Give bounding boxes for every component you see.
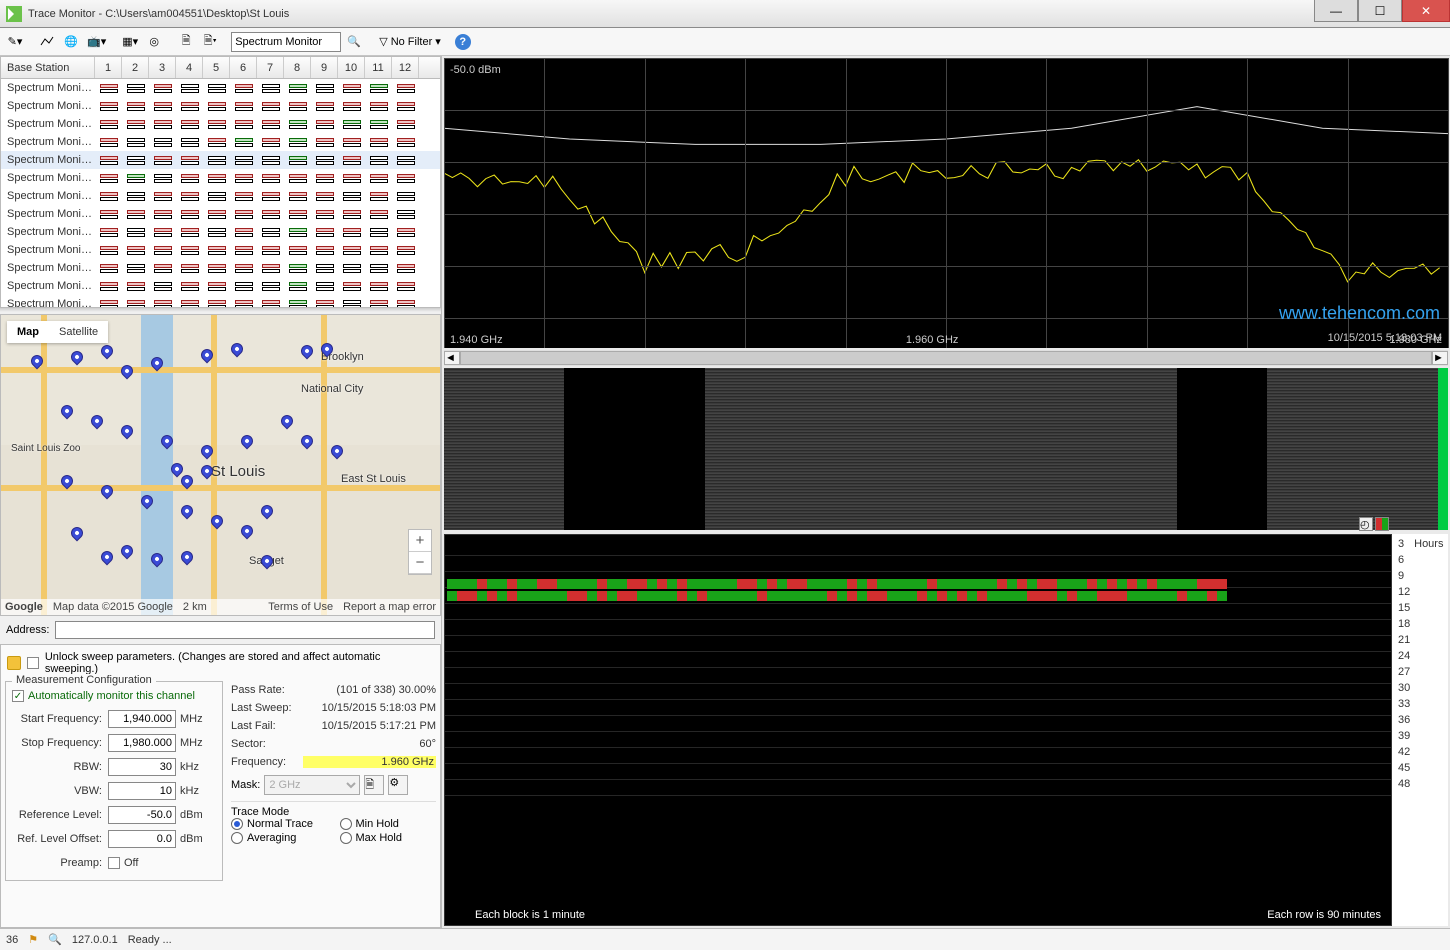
table-row[interactable]: Spectrum Monito... — [1, 187, 440, 205]
start-freq-input[interactable] — [108, 710, 176, 728]
waterfall-plot[interactable] — [444, 368, 1448, 530]
filter-dropdown[interactable]: ▽ No Filter ▾ — [375, 31, 445, 53]
table-row[interactable]: Spectrum Monito... — [1, 205, 440, 223]
col-11[interactable]: 11 — [365, 57, 392, 78]
pass-rate-value: (101 of 338) 30.00% — [303, 684, 436, 696]
heat-hour-labels: 3Hours 6912151821242730333639424548 — [1392, 534, 1448, 926]
help-icon[interactable]: ? — [455, 34, 471, 50]
page-icon[interactable]: 🗎 — [175, 31, 197, 53]
search-type-input[interactable] — [231, 32, 341, 52]
trace-normal-radio[interactable] — [231, 818, 243, 830]
waterfall-edge-icon — [1438, 368, 1448, 530]
vbw-input[interactable] — [108, 782, 176, 800]
config-panel: Unlock sweep parameters. (Changes are st… — [0, 644, 441, 928]
target-icon[interactable]: ◎ — [143, 31, 165, 53]
table-row[interactable]: Spectrum Monito... — [1, 259, 440, 277]
trace-minhold-radio[interactable] — [340, 818, 352, 830]
monitor-icon[interactable]: 📺▾ — [84, 31, 109, 53]
legend-icon[interactable] — [1375, 517, 1389, 531]
preamp-checkbox[interactable] — [108, 857, 120, 869]
table-row[interactable]: Spectrum Monito... — [1, 79, 440, 97]
status-bar: 36 ⚑ 🔍 127.0.0.1 Ready ... — [0, 928, 1450, 950]
rbw-input[interactable] — [108, 758, 176, 776]
col-5[interactable]: 5 — [203, 57, 230, 78]
main-toolbar: ✎▾ 🌐 📺▾ ▦▾ ◎ 🗎 🗎▾ 🔍 ▽ No Filter ▾ ? — [0, 28, 1450, 56]
chart-icon[interactable] — [36, 31, 58, 53]
clock-icon[interactable]: ◴ — [1359, 517, 1373, 531]
grid-view-icon[interactable]: ▦▾ — [119, 31, 141, 53]
zoom-out-button[interactable]: − — [409, 552, 431, 574]
col-9[interactable]: 9 — [311, 57, 338, 78]
window-max-button[interactable]: ☐ — [1358, 0, 1402, 22]
find-icon[interactable]: 🔍 — [343, 31, 365, 53]
lock-icon — [7, 656, 21, 670]
table-row[interactable]: Spectrum Monito... — [1, 115, 440, 133]
unlock-checkbox[interactable] — [27, 657, 39, 669]
table-row[interactable]: Spectrum Monito... — [1, 241, 440, 259]
table-row[interactable]: Spectrum Monito... — [1, 151, 440, 169]
map-tab[interactable]: Map — [7, 321, 49, 343]
map-panel[interactable]: Map Satellite St Louis Brooklyn National… — [0, 314, 441, 616]
window-title: Trace Monitor - C:\Users\am004551\Deskto… — [28, 8, 289, 20]
mask-settings-button[interactable]: ⚙ — [388, 775, 408, 795]
wizard-icon[interactable]: ✎▾ — [4, 31, 26, 53]
trace-avg-radio[interactable] — [231, 832, 243, 844]
table-row[interactable]: Spectrum Monito... — [1, 277, 440, 295]
address-input[interactable] — [55, 621, 435, 639]
col-6[interactable]: 6 — [230, 57, 257, 78]
grid-header: Base Station 1 2 3 4 5 6 7 8 9 10 11 12 — [1, 57, 440, 79]
table-row[interactable]: Spectrum Monito... — [1, 223, 440, 241]
map-zoom[interactable]: +− — [408, 529, 432, 575]
mask-edit-button[interactable]: 🗎 — [364, 775, 384, 795]
status-count: 36 — [6, 934, 18, 946]
auto-monitor-checkbox[interactable] — [12, 690, 24, 702]
station-grid[interactable]: Base Station 1 2 3 4 5 6 7 8 9 10 11 12 … — [0, 56, 441, 308]
globe-icon[interactable]: 🌐 — [60, 31, 82, 53]
spectrum-scrollbar[interactable]: ◄► — [444, 350, 1448, 366]
table-row[interactable]: Spectrum Monito... — [1, 97, 440, 115]
col-7[interactable]: 7 — [257, 57, 284, 78]
col-2[interactable]: 2 — [122, 57, 149, 78]
spectrum-plot[interactable]: -50.0 dBm 1.940 GHz 1.960 GHz 1.980 GHz … — [444, 58, 1448, 348]
measurement-config-group: Measurement Configuration Automatically … — [5, 681, 223, 881]
table-row[interactable]: Spectrum Monito... — [1, 295, 440, 308]
trace-maxhold-radio[interactable] — [340, 832, 352, 844]
col-1[interactable]: 1 — [95, 57, 122, 78]
col-10[interactable]: 10 — [338, 57, 365, 78]
zoom-in-button[interactable]: + — [409, 530, 431, 552]
warn-icon: ⚑ — [28, 933, 38, 946]
col-8[interactable]: 8 — [284, 57, 311, 78]
window-min-button[interactable]: — — [1314, 0, 1358, 22]
table-row[interactable]: Spectrum Monito... — [1, 169, 440, 187]
window-close-button[interactable]: ✕ — [1402, 0, 1450, 22]
col-12[interactable]: 12 — [392, 57, 419, 78]
stop-freq-input[interactable] — [108, 734, 176, 752]
ref-level-input[interactable] — [108, 806, 176, 824]
address-label: Address: — [6, 624, 49, 636]
freq-highlight: 1.960 GHz — [303, 756, 436, 768]
satellite-tab[interactable]: Satellite — [49, 321, 108, 343]
window-titlebar: Trace Monitor - C:\Users\am004551\Deskto… — [0, 0, 1450, 28]
map-city-label: St Louis — [211, 463, 265, 480]
grid-col-header[interactable]: Base Station — [1, 57, 95, 78]
page-options-icon[interactable]: 🗎▾ — [199, 31, 221, 53]
col-3[interactable]: 3 — [149, 57, 176, 78]
mask-select[interactable]: 2 GHz — [264, 775, 360, 795]
col-4[interactable]: 4 — [176, 57, 203, 78]
app-icon — [6, 6, 22, 22]
binoculars-icon: 🔍 — [48, 933, 62, 946]
heat-timeline[interactable]: ◴ Each block is 1 minute Each row is 90 … — [444, 534, 1448, 926]
ref-offset-input[interactable] — [108, 830, 176, 848]
table-row[interactable]: Spectrum Monito... — [1, 133, 440, 151]
